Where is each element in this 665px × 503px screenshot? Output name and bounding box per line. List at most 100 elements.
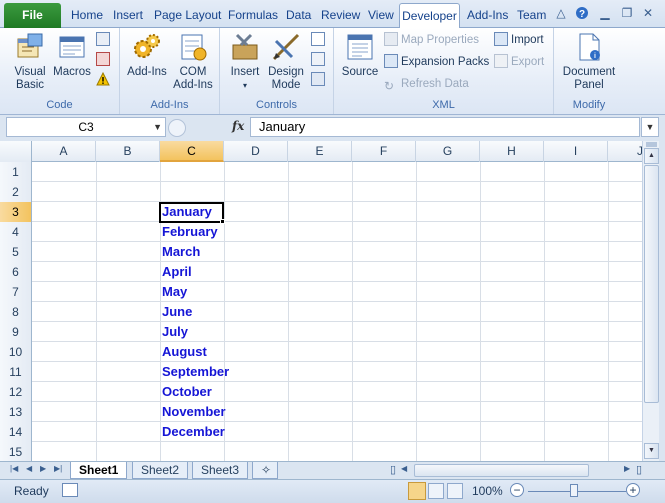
macro-security-button[interactable] [96, 71, 113, 89]
column-header-h[interactable]: H [480, 141, 544, 162]
column-header-i[interactable]: I [544, 141, 608, 162]
macro-recording-icon[interactable] [62, 483, 78, 497]
chevron-down-icon[interactable]: ▼ [153, 118, 162, 136]
page-layout-view-icon[interactable] [428, 483, 444, 499]
tab-developer[interactable]: Developer [399, 3, 460, 28]
column-header-j[interactable]: J [608, 141, 642, 162]
design-mode-button[interactable]: Design Mode [266, 31, 306, 92]
scroll-right-icon[interactable]: ▶ [624, 464, 630, 473]
tab-home[interactable]: Home [71, 3, 103, 28]
cell-c6[interactable]: April [162, 262, 192, 282]
row-header[interactable]: 9 [0, 322, 32, 342]
row-header[interactable]: 8 [0, 302, 32, 322]
sheet-tab-sheet2[interactable]: Sheet2 [132, 462, 189, 479]
export-button[interactable]: Export [494, 53, 544, 71]
column-header-g[interactable]: G [416, 141, 480, 162]
last-sheet-icon[interactable]: ▶| [54, 464, 62, 473]
row-header[interactable]: 14 [0, 422, 32, 442]
row-header[interactable]: 4 [0, 222, 32, 242]
row-header[interactable]: 6 [0, 262, 32, 282]
tab-view[interactable]: View [368, 3, 394, 28]
row-header[interactable]: 3 [0, 202, 32, 222]
cell-c13[interactable]: November [162, 402, 226, 422]
row-header[interactable]: 2 [0, 182, 32, 202]
minimize-ribbon-icon[interactable]: △ [554, 6, 568, 20]
row-header[interactable]: 13 [0, 402, 32, 422]
cell-c10[interactable]: August [162, 342, 207, 362]
cell-c9[interactable]: July [162, 322, 188, 342]
tab-split-handle[interactable]: ▯ [390, 463, 396, 476]
insert-control-button[interactable]: Insert ▾ [224, 31, 266, 92]
row-header[interactable]: 7 [0, 282, 32, 302]
record-macro-button[interactable] [96, 31, 113, 49]
tab-team[interactable]: Team [517, 3, 546, 28]
cell-c14[interactable]: December [162, 422, 225, 442]
sheet-tab-sheet1[interactable]: Sheet1 [70, 462, 128, 479]
visual-basic-button[interactable]: Visual Basic [8, 31, 52, 92]
cell-c8[interactable]: June [162, 302, 192, 322]
expand-formula-bar-icon[interactable]: ▼ [641, 117, 659, 137]
window-close-icon[interactable]: ✕ [641, 6, 655, 20]
column-header-a[interactable]: A [32, 141, 96, 162]
row-header[interactable]: 11 [0, 362, 32, 382]
column-header-d[interactable]: D [224, 141, 288, 162]
run-dialog-button[interactable] [311, 71, 328, 89]
add-ins-button[interactable]: Add-Ins [124, 31, 170, 79]
first-sheet-icon[interactable]: |◀ [10, 464, 18, 473]
vertical-scroll-thumb[interactable] [644, 165, 659, 403]
zoom-out-icon[interactable]: − [510, 483, 524, 497]
cell-c7[interactable]: May [162, 282, 187, 302]
help-icon[interactable]: ? [575, 6, 589, 20]
file-tab[interactable]: File [4, 3, 61, 28]
cell-c5[interactable]: March [162, 242, 200, 262]
zoom-slider-thumb[interactable] [570, 484, 578, 497]
name-box[interactable]: C3 ▼ [6, 117, 166, 137]
cell-c11[interactable]: September [162, 362, 229, 382]
view-code-button[interactable] [311, 51, 328, 69]
select-all-corner[interactable] [0, 141, 32, 162]
tab-data[interactable]: Data [286, 3, 311, 28]
vertical-split-handle[interactable] [646, 142, 657, 147]
cell-c12[interactable]: October [162, 382, 212, 402]
window-restore-icon[interactable]: ❐ [620, 6, 634, 20]
insert-sheet-icon[interactable]: ✧ [252, 462, 278, 479]
column-header-b[interactable]: B [96, 141, 160, 162]
document-panel-button[interactable]: i Document Panel [558, 31, 620, 92]
macros-button[interactable]: Macros [52, 31, 92, 79]
worksheet-grid[interactable]: A B C D E F G H I J 1 2 3 January 4 Februa… [0, 141, 642, 461]
sheet-tab-sheet3[interactable]: Sheet3 [192, 462, 249, 479]
vertical-scrollbar[interactable]: ▲ ▼ [642, 141, 659, 461]
map-properties-button[interactable]: Map Properties [384, 31, 479, 49]
import-button[interactable]: Import [494, 31, 544, 49]
scroll-up-icon[interactable]: ▲ [644, 148, 659, 164]
tab-formulas[interactable]: Formulas [228, 3, 278, 28]
column-header-c[interactable]: C [160, 141, 224, 162]
window-minimize-icon[interactable]: ▁ [598, 6, 612, 20]
fill-handle[interactable] [220, 219, 225, 224]
scroll-left-icon[interactable]: ◀ [401, 464, 407, 473]
expansion-packs-button[interactable]: Expansion Packs [384, 53, 489, 71]
tab-review[interactable]: Review [321, 3, 360, 28]
properties-button[interactable] [311, 31, 328, 49]
scroll-down-icon[interactable]: ▼ [644, 443, 659, 459]
formula-input[interactable]: January [250, 117, 640, 137]
tab-page-layout[interactable]: Page Layout [154, 3, 221, 28]
row-header[interactable]: 10 [0, 342, 32, 362]
insert-function-icon[interactable]: fx [232, 119, 244, 133]
normal-view-icon[interactable] [408, 482, 426, 500]
tab-add-ins[interactable]: Add-Ins [467, 3, 508, 28]
next-sheet-icon[interactable]: ▶ [40, 464, 46, 473]
formula-bar-splitter[interactable] [168, 119, 186, 137]
previous-sheet-icon[interactable]: ◀ [26, 464, 32, 473]
tab-insert[interactable]: Insert [113, 3, 143, 28]
refresh-data-button[interactable]: ↻ Refresh Data [384, 75, 469, 93]
column-header-f[interactable]: F [352, 141, 416, 162]
row-header[interactable]: 15 [0, 442, 32, 461]
row-header[interactable]: 12 [0, 382, 32, 402]
zoom-in-icon[interactable]: + [626, 483, 640, 497]
column-header-e[interactable]: E [288, 141, 352, 162]
row-header[interactable]: 1 [0, 162, 32, 182]
zoom-level[interactable]: 100% [472, 484, 503, 498]
vertical-split-icon[interactable]: ▯ [636, 463, 642, 476]
horizontal-scroll-thumb[interactable] [414, 464, 589, 477]
